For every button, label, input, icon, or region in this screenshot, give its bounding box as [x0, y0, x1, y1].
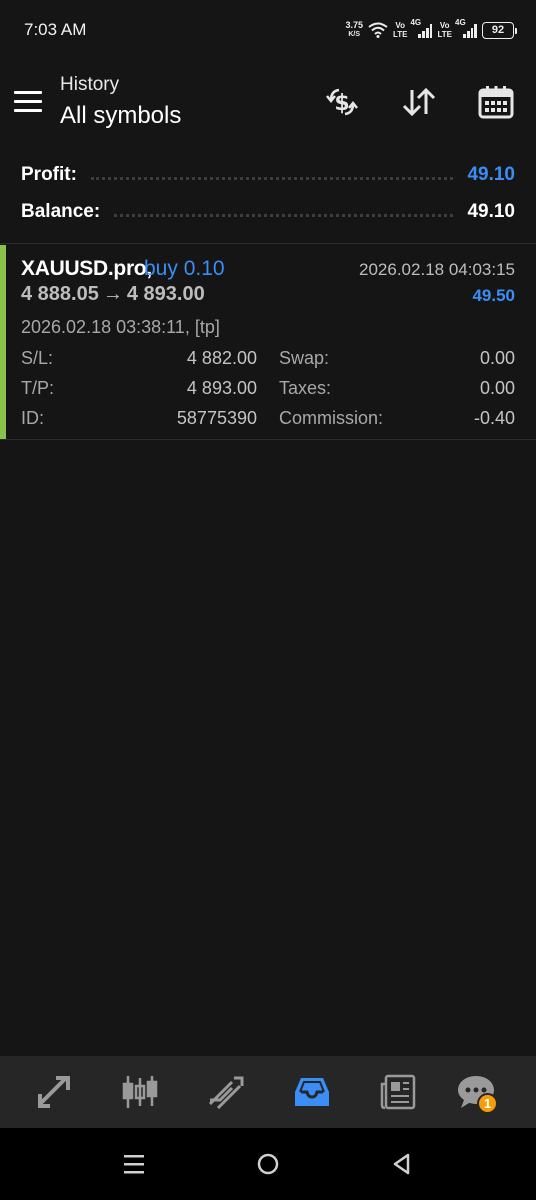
- bottom-navigation: 1: [0, 1056, 536, 1128]
- deal-detail-row: ID: 58775390 Commission: -0.40: [0, 408, 536, 438]
- status-time: 7:03 AM: [24, 20, 87, 39]
- status-bar: 7:03 AM 3.75 K/S Vo LTE 4G Vo LTE 4G 92: [0, 0, 536, 62]
- profit-value: 49.10: [467, 163, 515, 185]
- deal-prices: 4 888.05 → 4 893.00: [21, 283, 205, 306]
- id-label: ID:: [21, 408, 45, 428]
- quotes-icon[interactable]: [30, 1070, 78, 1114]
- summary-panel: Profit: 49.10 Balance: 49.10: [0, 156, 536, 230]
- signal-icon: 4G: [410, 18, 433, 38]
- network-speed: 3.75 K/S: [345, 21, 363, 39]
- deal-symbol: XAUUSD.pro,: [21, 257, 152, 280]
- menu-icon[interactable]: [14, 86, 46, 116]
- battery-level: 92: [491, 24, 505, 36]
- sl-label: S/L:: [21, 348, 54, 368]
- system-navigation-bar: [0, 1128, 536, 1200]
- deal-side: buy 0.10: [144, 257, 225, 280]
- volte-badge-2: Vo LTE: [437, 21, 452, 39]
- currency-exchange-icon[interactable]: $: [322, 82, 362, 122]
- calendar-icon[interactable]: [476, 82, 516, 122]
- arrow-icon: →: [102, 283, 123, 305]
- page-title[interactable]: All symbols: [60, 102, 181, 130]
- messages-badge: 1: [477, 1093, 498, 1114]
- network-speed-unit: K/S: [348, 31, 361, 38]
- taxes-value: 0.00: [479, 378, 515, 398]
- status-icons: 3.75 K/S Vo LTE 4G Vo LTE 4G 92: [345, 18, 517, 42]
- page-subtitle: History: [60, 74, 120, 95]
- volte-1-top: Vo: [395, 21, 406, 30]
- divider: [0, 243, 536, 244]
- volte-badge-1: Vo LTE: [393, 21, 408, 39]
- commission-value: -0.40: [473, 408, 515, 428]
- dot-leader: [114, 214, 454, 217]
- sl-value: 4 882.00: [186, 348, 257, 368]
- app-bar: History All symbols $: [0, 62, 536, 148]
- home-icon[interactable]: [250, 1148, 286, 1180]
- deal-open-time: 2026.02.18 03:38:11, [tp]: [21, 317, 220, 337]
- swap-label: Swap:: [279, 348, 330, 368]
- profit-row: Profit: 49.10: [0, 156, 536, 193]
- deal-close-time: 2026.02.18 04:03:15: [359, 260, 515, 279]
- balance-label: Balance:: [21, 200, 101, 222]
- battery-icon: 92: [482, 21, 517, 39]
- network-speed-value: 3.75: [345, 20, 363, 30]
- chart-icon[interactable]: [116, 1070, 164, 1114]
- deal-card[interactable]: XAUUSD.pro, buy 0.10 2026.02.18 04:03:15…: [0, 245, 536, 439]
- messages-icon[interactable]: 1: [452, 1070, 500, 1114]
- recent-apps-icon[interactable]: [116, 1148, 152, 1180]
- wifi-icon: [368, 22, 388, 38]
- news-icon[interactable]: [374, 1070, 422, 1114]
- trade-icon[interactable]: [202, 1070, 250, 1114]
- network-type-2: 4G: [455, 18, 466, 27]
- divider: [0, 439, 536, 440]
- dot-leader: [90, 177, 454, 180]
- balance-value: 49.10: [467, 200, 515, 222]
- sort-icon[interactable]: [399, 82, 439, 122]
- network-type-1: 4G: [410, 18, 422, 27]
- tp-label: T/P:: [21, 378, 55, 398]
- deal-open-price: 4 888.05: [21, 283, 99, 305]
- swap-value: 0.00: [479, 348, 515, 368]
- deal-close-price: 4 893.00: [126, 283, 205, 305]
- deal-detail-row: T/P: 4 893.00 Taxes: 0.00: [0, 378, 536, 408]
- tp-value: 4 893.00: [186, 378, 257, 398]
- commission-label: Commission:: [279, 408, 384, 428]
- id-value: 58775390: [176, 408, 257, 428]
- volte-1-bottom: LTE: [392, 30, 408, 39]
- balance-row: Balance: 49.10: [0, 193, 536, 230]
- taxes-label: Taxes:: [279, 378, 332, 398]
- deal-detail-row: S/L: 4 882.00 Swap: 0.00: [0, 348, 536, 378]
- profit-label: Profit:: [21, 163, 77, 185]
- back-icon[interactable]: [383, 1148, 419, 1180]
- history-icon[interactable]: [288, 1070, 336, 1114]
- deal-profit: 49.50: [472, 286, 515, 305]
- signal-icon: 4G: [455, 18, 477, 38]
- volte-2-top: Vo: [439, 21, 450, 30]
- volte-2-bottom: LTE: [437, 30, 452, 39]
